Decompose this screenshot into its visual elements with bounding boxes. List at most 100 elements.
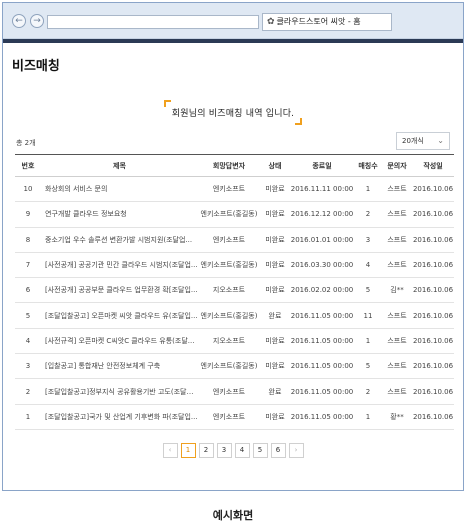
table-cell: 지오소프트 bbox=[212, 336, 246, 345]
page-link-6[interactable]: 6 bbox=[270, 443, 286, 458]
row-title-link[interactable]: [입찰공고] 통합재난 안전정보체계 구축 bbox=[41, 354, 198, 379]
prev-page-button[interactable]: ‹ bbox=[162, 443, 178, 458]
table-cell: 1 bbox=[365, 336, 371, 345]
table-cell: 2016.01.01 00:00 bbox=[290, 235, 354, 244]
bizmatch-table: 번호 제목 회망답변자 상태 종료일 매칭수 문의자 작성일 10 화상회의 서비스 문의 엔키소… bbox=[15, 154, 454, 430]
table-row[interactable]: 3 [입찰공고] 통합재난 안전정보체계 구축 엔키소프트(홍길동) 미완료 2016.… bbox=[15, 354, 454, 379]
table-cell: 스프트 bbox=[387, 185, 407, 194]
bracket-bottom-right-icon bbox=[295, 118, 303, 125]
table-cell: 3 bbox=[365, 235, 371, 244]
table-row[interactable]: 7 [사전공개] 공공기관 민간 클라우드 시범지(조달업... 엔키소프트(홍길동… bbox=[15, 252, 454, 278]
table-cell: 2016.10.06 bbox=[412, 210, 454, 219]
page-link-1[interactable]: 1 bbox=[180, 443, 196, 458]
table-cell: 2 bbox=[365, 210, 371, 219]
address-bar[interactable] bbox=[47, 15, 259, 29]
column-header: 작성일 bbox=[423, 161, 443, 170]
table-cell: 엔키소프트 bbox=[212, 412, 246, 421]
tab-title: 클라우드스토어 씨앗 - 홈 bbox=[276, 17, 361, 26]
page-link-4[interactable]: 4 bbox=[234, 443, 250, 458]
table-cell: 7 bbox=[25, 261, 31, 270]
page-size-select[interactable]: 20개식 ⌄ bbox=[396, 132, 450, 150]
table-row[interactable]: 10 화상회의 서비스 문의 엔키소프트 미완료 2016.11.11 00:00 1 스프… bbox=[15, 177, 454, 202]
table-cell: 미완료 bbox=[265, 185, 285, 194]
browser-toolbar: ← → ✿ 클라우드스토어 씨앗 - 홈 bbox=[3, 3, 463, 39]
table-cell: 스프트 bbox=[387, 362, 407, 371]
table-cell: 5 bbox=[365, 286, 371, 295]
pagination: ‹ 1 2 3 4 5 6 › bbox=[0, 443, 466, 458]
next-page-button[interactable]: › bbox=[288, 443, 304, 458]
table-cell: 미완료 bbox=[265, 362, 285, 371]
table-cell: 2016.03.30 00:00 bbox=[290, 261, 354, 270]
table-row[interactable]: 1 [조달입찰공고]국가 및 산업계 기후변화 파(조달입... 엔키소프트 미완료 2… bbox=[15, 404, 454, 430]
browser-tab[interactable]: ✿ 클라우드스토어 씨앗 - 홈 bbox=[262, 13, 392, 31]
table-cell: 완료 bbox=[268, 311, 282, 320]
back-arrow-icon[interactable]: ← bbox=[12, 14, 26, 28]
row-title-link[interactable]: [사전공개] 공공부문 클라우드 업무환경 확[조달입... bbox=[41, 278, 198, 303]
row-title-link[interactable]: [사전공개] 공공기관 민간 클라우드 시범지(조달업... bbox=[41, 252, 198, 277]
table-cell: 미완료 bbox=[265, 286, 285, 295]
table-cell: 스프트 bbox=[387, 311, 407, 320]
table-cell: 3 bbox=[25, 362, 31, 371]
table-cell: 2016.10.06 bbox=[412, 235, 454, 244]
row-title-link[interactable]: [조달입찰공고]정부지식 공유활용기반 고도(조달입... bbox=[41, 379, 198, 404]
table-cell: 2016.10.06 bbox=[412, 336, 454, 345]
table-cell: 1 bbox=[365, 185, 371, 194]
table-cell: 2 bbox=[365, 387, 371, 396]
table-row[interactable]: 2 [조달입찰공고]정부지식 공유활용기반 고도(조달입... 엔키소프트 완료 201… bbox=[15, 379, 454, 405]
table-cell: 2016.12.12 00:00 bbox=[290, 210, 354, 219]
row-title-link[interactable]: [사전규격] 오픈마켓 C씨앗C 클라우드 유통(조달... bbox=[41, 328, 198, 353]
table-cell: 10 bbox=[23, 185, 33, 194]
table-row[interactable]: 8 중소기업 우수 솔루션 변환가발 시범지원(조달업... 엔키소프트 미완료 201… bbox=[15, 227, 454, 253]
table-row[interactable]: 6 [사전공개] 공공부문 클라우드 업무환경 확[조달입... 지오소프트 미완료 2… bbox=[15, 278, 454, 303]
row-title-link[interactable]: 연구개발 클라우드 정보요청 bbox=[41, 202, 198, 227]
table-cell: 스프트 bbox=[387, 336, 407, 345]
table-cell: 6 bbox=[25, 286, 31, 295]
table-body: 10 화상회의 서비스 문의 엔키소프트 미완료 2016.11.11 00:00 1 스프… bbox=[15, 177, 454, 430]
page-link-5[interactable]: 5 bbox=[252, 443, 268, 458]
table-cell: 2016.10.06 bbox=[412, 311, 454, 320]
page-link-2[interactable]: 2 bbox=[198, 443, 214, 458]
table-cell: 4 bbox=[25, 336, 31, 345]
site-header-bar bbox=[3, 39, 463, 43]
table-cell: 미완료 bbox=[265, 336, 285, 345]
forward-arrow-icon[interactable]: → bbox=[30, 14, 44, 28]
table-cell: 2016.11.05 00:00 bbox=[290, 311, 354, 320]
site-favicon-icon: ✿ bbox=[267, 17, 275, 27]
table-cell: 5 bbox=[25, 311, 31, 320]
page-size-value: 20개식 bbox=[402, 137, 424, 145]
table-cell: 스프트 bbox=[387, 235, 407, 244]
column-header: 상태 bbox=[268, 161, 282, 170]
table-cell: 4 bbox=[365, 261, 371, 270]
table-cell: 미완료 bbox=[265, 412, 285, 421]
table-cell: 미완료 bbox=[265, 235, 285, 244]
row-title-link[interactable]: [조달입찰공고] 오픈마켓 씨앗 클라우드 유(조달입... bbox=[41, 303, 198, 328]
headline: 회원님의 비즈매칭 내역 입니다. bbox=[163, 100, 303, 125]
row-title-link[interactable]: [조달입찰공고]국가 및 산업계 기후변화 파(조달입... bbox=[41, 404, 198, 429]
table-cell: 엔키소프트 bbox=[212, 185, 246, 194]
table-cell: 지오소프트 bbox=[212, 286, 246, 295]
table-cell: 엔키소프트(홍길동) bbox=[200, 210, 258, 219]
table-cell: 2016.10.06 bbox=[412, 362, 454, 371]
table-cell: 황** bbox=[390, 412, 404, 421]
table-cell: 2016.10.06 bbox=[412, 185, 454, 194]
row-title-link[interactable]: 화상회의 서비스 문의 bbox=[41, 177, 198, 202]
table-row[interactable]: 4 [사전규격] 오픈마켓 C씨앗C 클라우드 유통(조달... 지오소프트 미완료 2… bbox=[15, 328, 454, 354]
page-link-3[interactable]: 3 bbox=[216, 443, 232, 458]
table-cell: 김** bbox=[390, 286, 404, 295]
table-cell: 2016.11.05 00:00 bbox=[290, 412, 354, 421]
page-title: 비즈매칭 bbox=[12, 59, 60, 74]
total-count: 총 2개 bbox=[16, 139, 36, 147]
table-cell: 2016.11.05 00:00 bbox=[290, 362, 354, 371]
table-row[interactable]: 5 [조달입찰공고] 오픈마켓 씨앗 클라우드 유(조달입... 엔키소프트(홍길동… bbox=[15, 303, 454, 329]
column-header: 회망답변자 bbox=[212, 161, 246, 170]
table-cell: 2016.10.06 bbox=[412, 412, 454, 421]
column-header: 번호 bbox=[21, 161, 35, 170]
table-cell: 2016.10.06 bbox=[412, 286, 454, 295]
table-cell: 2016.11.05 00:00 bbox=[290, 336, 354, 345]
table-row[interactable]: 9 연구개발 클라우드 정보요청 엔키소프트(홍길동) 미완료 2016.12.12 0… bbox=[15, 202, 454, 228]
row-title-link[interactable]: 중소기업 우수 솔루션 변환가발 시범지원(조달업... bbox=[41, 227, 198, 252]
table-cell: 엔키소프트 bbox=[212, 235, 246, 244]
table-cell: 2 bbox=[25, 387, 31, 396]
column-header: 종료일 bbox=[312, 161, 332, 170]
chevron-down-icon: ⌄ bbox=[437, 136, 444, 145]
